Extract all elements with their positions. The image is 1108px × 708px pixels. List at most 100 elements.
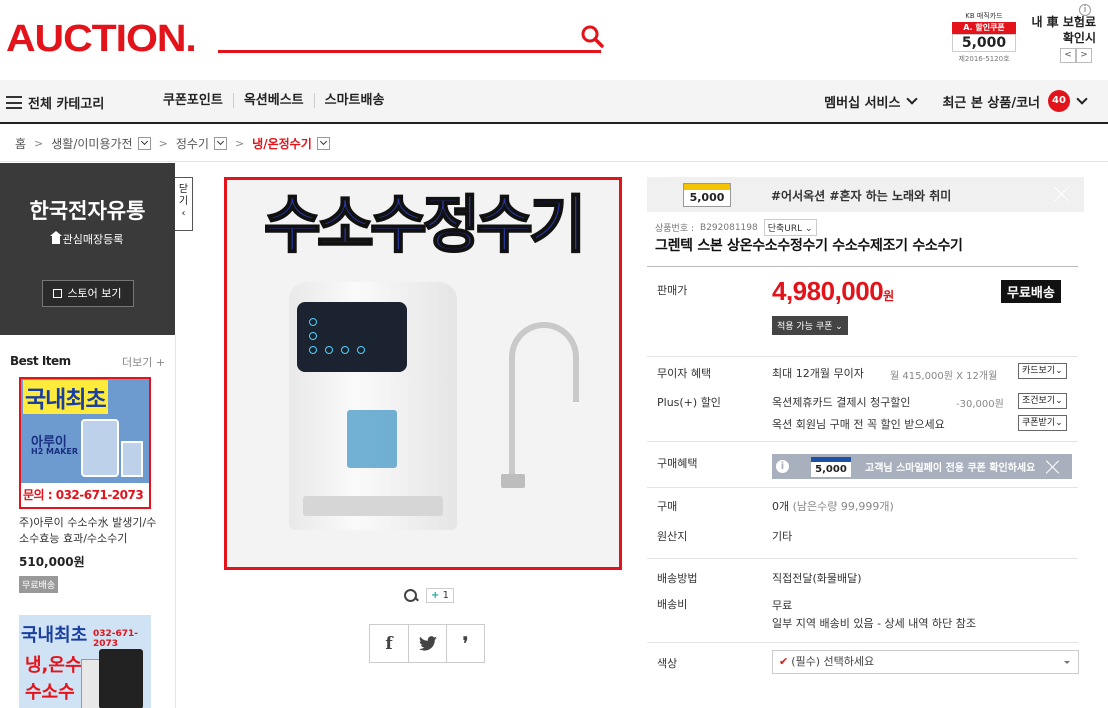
receive-coupon-label: 쿠폰받기	[1022, 418, 1056, 428]
recent-items-menu[interactable]: 최근 본 상품/코너 40	[942, 90, 1090, 112]
ad-coupon-label: A. 할인쿠폰	[952, 22, 1016, 34]
search-icon[interactable]	[580, 24, 604, 48]
plus-discount-amount: -30,000원	[956, 399, 1004, 410]
short-url-button[interactable]: 단축URL ⌄	[763, 219, 817, 236]
best-item-image-title: 국내최초	[23, 380, 108, 414]
check-icon: ✔	[779, 655, 789, 668]
close-icon[interactable]	[1054, 186, 1070, 202]
installment-label: 무이자 혜택	[657, 367, 712, 380]
ad-amount: 5,000	[952, 34, 1016, 52]
breadcrumb-home[interactable]: 홈	[15, 135, 26, 152]
share-other-icon[interactable]: ❜	[446, 625, 484, 662]
best-item2-title: 국내최초	[21, 625, 88, 646]
breadcrumb-level3-label[interactable]: 냉/온정수기	[252, 135, 312, 152]
insurance-promo[interactable]: 내 車 보험료 확인시	[1026, 14, 1096, 46]
product-number-row: 상품번호 : B292081198 단축URL ⌄	[655, 219, 817, 236]
chevron-down-icon	[906, 93, 919, 105]
nav-link-coupon-point[interactable]: 쿠폰포인트	[163, 93, 233, 108]
breadcrumb-level1-label[interactable]: 생활/이미용가전	[51, 135, 132, 152]
close-store-tab[interactable]: 닫기 ‹	[175, 177, 193, 231]
card-view-label: 카드보기	[1022, 366, 1056, 376]
product-image-title: 수소수정수기	[263, 187, 587, 262]
delivery-fee-note: 일부 지역 배송비 있음 - 상세 내역 하단 참조	[772, 617, 976, 630]
next-arrow-icon[interactable]: >	[1076, 48, 1092, 63]
membership-menu[interactable]: 멤버십 서비스	[824, 92, 920, 111]
info-icon: i	[776, 460, 789, 473]
applicable-coupon-button[interactable]: 적용 가능 쿠폰 ⌄	[772, 316, 848, 335]
best-item-description[interactable]: 주)아루이 수소수水 발생기/수소수효능 효과/수소수기	[19, 515, 159, 547]
purchase-label: 구매	[657, 500, 678, 513]
zoom-icon[interactable]	[404, 588, 418, 603]
store-box: 한국전자유통 관심매장등록 스토어 보기	[0, 163, 175, 335]
coupon-promo-text: #어서옥션 #혼자 하는 노래와 취미	[771, 189, 952, 203]
color-label: 색상	[657, 657, 678, 670]
share-buttons: f ❜	[369, 624, 485, 663]
twitter-icon[interactable]	[408, 625, 446, 662]
best-item-price: 510,000원	[19, 555, 85, 569]
breadcrumb-level3: 냉/온정수기	[252, 135, 330, 152]
prev-arrow-icon[interactable]: <	[1060, 48, 1076, 63]
divider	[647, 558, 1078, 559]
image-count-value: 1	[442, 590, 449, 601]
condition-view-label: 조건보기	[1022, 396, 1056, 406]
price-unit: 원	[883, 289, 894, 303]
purifier-graphic	[99, 649, 143, 708]
water-jug-graphic	[81, 419, 119, 477]
plus-discount-label: Plus(+) 할인	[657, 396, 721, 409]
breadcrumb-separator-icon: >	[158, 137, 168, 150]
nav-link-smart-delivery[interactable]: 스마트배송	[313, 93, 395, 108]
close-icon[interactable]	[1045, 460, 1059, 474]
favorite-store-button[interactable]: 관심매장등록	[0, 231, 175, 247]
chevron-down-icon	[1076, 93, 1088, 105]
condition-view-button[interactable]: 조건보기⌄	[1018, 393, 1067, 409]
image-tools: + 1	[404, 588, 454, 603]
external-link-icon	[53, 289, 63, 298]
origin-value: 기타	[772, 530, 793, 543]
nav-link-auction-best[interactable]: 옥션베스트	[232, 93, 314, 108]
best-items-title: Best Item	[10, 354, 71, 368]
store-name[interactable]: 한국전자유통	[0, 195, 175, 225]
color-select[interactable]: ✔ (필수) 선택하세요	[772, 650, 1079, 674]
purifier-display	[297, 302, 407, 372]
coupon-promo-bar[interactable]: 5,000 #어서옥션 #혼자 하는 노래와 취미	[647, 177, 1084, 212]
price-amount: 4,980,000	[772, 276, 884, 306]
delivery-method-value: 직접전달(화물배달)	[772, 572, 862, 585]
search-input[interactable]	[220, 24, 570, 48]
best-item-image[interactable]: 국내최초 032-671-2073 냉,온수 수소수	[19, 615, 151, 708]
faucet-graphic	[501, 322, 589, 492]
facebook-icon[interactable]: f	[370, 625, 408, 662]
product-main-image[interactable]: 수소수정수기	[224, 177, 622, 570]
short-url-label: 단축URL	[767, 224, 803, 234]
breadcrumb-level2-label[interactable]: 정수기	[176, 135, 209, 152]
purifier-tray	[303, 496, 443, 516]
installment-detail: 월 415,000원 X 12개월	[890, 371, 998, 382]
best-more-link[interactable]: 더보기 +	[122, 354, 165, 370]
dropdown-icon[interactable]	[316, 137, 330, 150]
breadcrumb-separator-icon: >	[234, 137, 245, 150]
auction-logo[interactable]: AUCTION.	[6, 18, 197, 61]
divider	[647, 487, 1078, 488]
divider	[647, 356, 1078, 357]
image-count[interactable]: + 1	[426, 588, 454, 603]
home-icon	[49, 231, 62, 244]
coupon-ticket-icon: 5,000	[683, 183, 731, 207]
all-categories-button[interactable]: 전체 카테고리	[6, 93, 104, 112]
breadcrumb-separator-icon: >	[34, 137, 44, 150]
purifier-dispenser	[347, 410, 397, 468]
best-item2-line3: 수소수	[25, 682, 75, 703]
dropdown-icon[interactable]	[213, 137, 227, 150]
product-number-label: 상품번호 :	[655, 224, 695, 234]
card-ad-banner[interactable]: KB 매직카드 A. 할인쿠폰 5,000 제2016-5120호	[950, 12, 1018, 68]
breadcrumb-level2: 정수기	[176, 135, 227, 152]
view-store-button[interactable]: 스토어 보기	[41, 280, 134, 307]
free-shipping-badge: 무료배송	[19, 576, 59, 593]
card-view-button[interactable]: 카드보기⌄	[1018, 363, 1067, 379]
best-item-image-phone: 문의 : 032-671-2073	[21, 483, 149, 507]
best-item-image[interactable]: 국내최초 아루이 H2 MAKER 문의 : 032-671-2073	[19, 377, 151, 509]
free-shipping-badge: 무료배송	[1001, 280, 1061, 303]
receive-coupon-button[interactable]: 쿠폰받기⌄	[1018, 415, 1067, 431]
smilepay-coupon-bar[interactable]: i 5,000 고객님 스마일페이 전용 쿠폰 확인하세요	[772, 454, 1072, 479]
dropdown-icon[interactable]	[137, 137, 151, 150]
delivery-fee-value: 무료	[772, 599, 793, 612]
main-nav: 전체 카테고리 쿠폰포인트 옥션베스트 스마트배송 멤버십 서비스 최근 본 상…	[0, 80, 1108, 124]
